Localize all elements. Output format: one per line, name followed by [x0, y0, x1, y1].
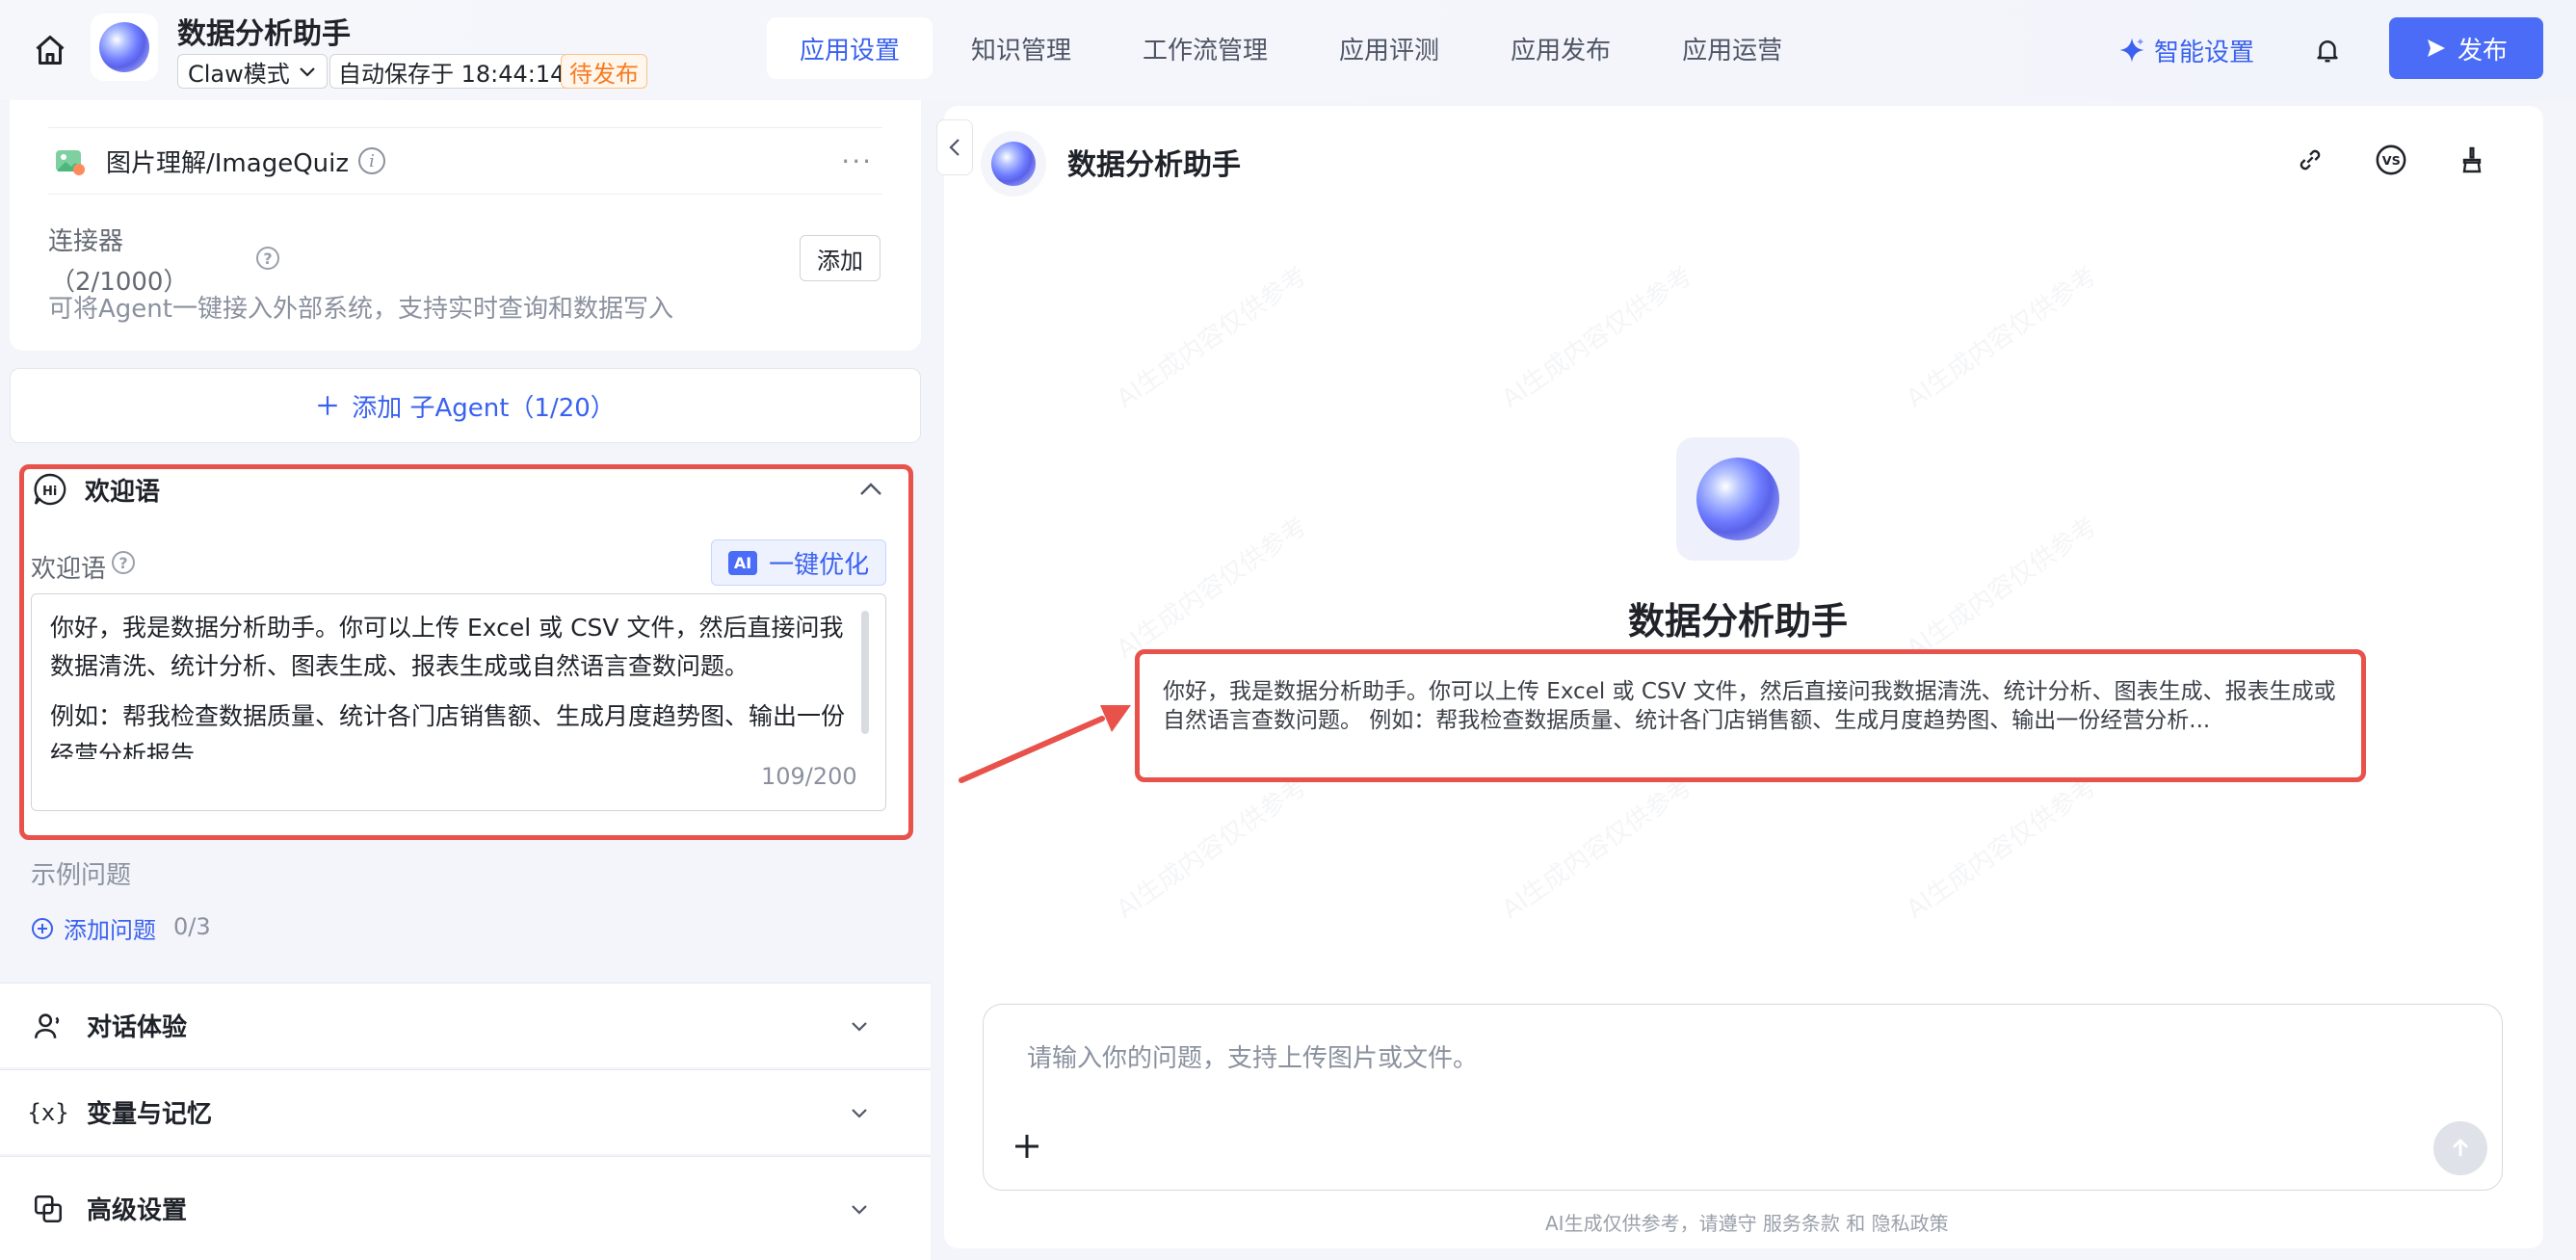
send-button[interactable]: [2433, 1121, 2487, 1175]
chevron-up-icon[interactable]: [857, 478, 884, 501]
section-dialog-experience[interactable]: 对话体验: [0, 983, 931, 1067]
publish-button[interactable]: 发布: [2389, 17, 2543, 79]
annotation-arrow: [959, 705, 1131, 783]
plus-circle-icon: [32, 917, 53, 939]
ai-optimize-label: 一键优化: [769, 550, 870, 580]
svg-text:VS: VS: [2382, 154, 2401, 169]
chat-input-placeholder[interactable]: 请输入你的问题，支持上传图片或文件。: [1027, 1038, 1478, 1074]
welcome-text[interactable]: 你好，我是数据分析助手。你可以上传 Excel 或 CSV 文件，然后直接问我数…: [50, 609, 859, 759]
section-label: 变量与记忆: [87, 1100, 213, 1129]
chevron-left-icon: [949, 139, 959, 156]
textarea-scrollbar[interactable]: [861, 611, 869, 734]
add-question-button[interactable]: 添加问题: [31, 911, 156, 945]
user-voice-icon: [29, 1007, 67, 1045]
more-options-icon[interactable]: ···: [841, 145, 873, 177]
send-icon: [2427, 39, 2445, 57]
section-variables-memory[interactable]: {x} 变量与记忆: [0, 1069, 931, 1154]
main-nav: 应用设置 知识管理 工作流管理 应用评测 应用发布 应用运营: [767, 17, 1815, 79]
svg-text:Hi: Hi: [42, 485, 57, 499]
plus-icon: [318, 396, 337, 415]
chevron-down-icon: [852, 1108, 867, 1118]
broom-icon[interactable]: [2453, 141, 2491, 179]
help-icon[interactable]: ?: [112, 551, 135, 574]
connector-label: 连接器: [48, 227, 124, 256]
welcome-message-preview: 你好，我是数据分析助手。你可以上传 Excel 或 CSV 文件，然后直接问我数…: [1135, 649, 2366, 782]
sparkle-icon: [2119, 38, 2144, 63]
plugin-name: 图片理解/ImageQuiz: [106, 148, 350, 178]
section-advanced[interactable]: 高级设置: [0, 1156, 931, 1260]
app-title: 数据分析助手: [177, 17, 351, 51]
copy-settings-icon: [29, 1190, 67, 1228]
center-avatar: [1676, 437, 1800, 561]
bell-icon[interactable]: [2306, 29, 2349, 71]
preview-title: 数据分析助手: [1067, 148, 1241, 182]
status-badge: 待发布: [561, 54, 647, 89]
collapse-panel-button[interactable]: [936, 119, 973, 175]
tab-knowledge[interactable]: 知识管理: [938, 17, 1104, 79]
add-subagent-label: 添加 子Agent（1/20）: [352, 393, 616, 423]
smart-settings-button[interactable]: 智能设置: [2117, 29, 2254, 71]
welcome-text-paragraph-1: 你好，我是数据分析助手。你可以上传 Excel 或 CSV 文件，然后直接问我数…: [50, 614, 844, 680]
home-icon[interactable]: [29, 29, 71, 71]
center-title: 数据分析助手: [1627, 600, 1848, 643]
example-questions-label: 示例问题: [31, 861, 132, 890]
section-label: 高级设置: [87, 1196, 188, 1225]
app-logo: [91, 13, 158, 81]
preview-avatar: [981, 131, 1046, 197]
welcome-text-paragraph-2: 例如：帮我检查数据质量、统计各门店销售额、生成月度趋势图、输出一份经营分析报告: [50, 702, 846, 759]
add-subagent-button[interactable]: 添加 子Agent（1/20）: [10, 368, 921, 443]
link-icon[interactable]: [2291, 141, 2329, 179]
chevron-down-icon: [852, 1204, 867, 1215]
section-label: 对话体验: [87, 1013, 188, 1042]
mode-select[interactable]: Claw模式: [177, 54, 328, 89]
tab-operations[interactable]: 应用运营: [1649, 17, 1815, 79]
smart-settings-label: 智能设置: [2154, 38, 2255, 67]
disclaimer: AI生成仅供参考，请遵守 服务条款 和 隐私政策: [1545, 1212, 1949, 1235]
variable-icon: {x}: [27, 1098, 69, 1126]
hi-bubble-icon: Hi: [34, 473, 66, 506]
tab-workflow[interactable]: 工作流管理: [1110, 17, 1301, 79]
welcome-message-text: 你好，我是数据分析助手。你可以上传 Excel 或 CSV 文件，然后直接问我数…: [1163, 679, 2336, 733]
autosave-status: 自动保存于 18:44:14: [329, 54, 574, 89]
tab-app-settings[interactable]: 应用设置: [767, 17, 933, 79]
image-plugin-icon: [56, 150, 85, 175]
connector-description: 可将Agent一键接入外部系统，支持实时查询和数据写入: [48, 295, 673, 324]
chevron-down-icon: [299, 67, 315, 77]
help-icon[interactable]: ?: [256, 247, 279, 270]
publish-label: 发布: [2457, 36, 2508, 66]
arrow-up-icon: [2453, 1138, 2468, 1157]
char-count: 109/200: [761, 763, 857, 790]
ai-chip-icon: AI: [727, 550, 758, 575]
mode-select-value: Claw模式: [188, 60, 290, 88]
chat-input-box[interactable]: [983, 1004, 2503, 1191]
attach-plus-icon[interactable]: [1010, 1129, 1044, 1164]
vs-icon[interactable]: VS: [2372, 141, 2410, 179]
tab-publish[interactable]: 应用发布: [1478, 17, 1643, 79]
info-icon[interactable]: i: [358, 147, 386, 174]
tab-evaluation[interactable]: 应用评测: [1306, 17, 1472, 79]
welcome-section-title: 欢迎语: [85, 478, 161, 507]
add-connector-button[interactable]: 添加: [800, 235, 881, 281]
welcome-field-label: 欢迎语: [31, 555, 107, 584]
plugin-item[interactable]: 图片理解/ImageQuiz i ···: [48, 127, 882, 195]
ai-optimize-button[interactable]: AI 一键优化: [711, 539, 886, 586]
add-question-label: 添加问题: [64, 917, 156, 944]
chevron-down-icon: [852, 1021, 867, 1032]
question-count: 0/3: [173, 913, 211, 940]
